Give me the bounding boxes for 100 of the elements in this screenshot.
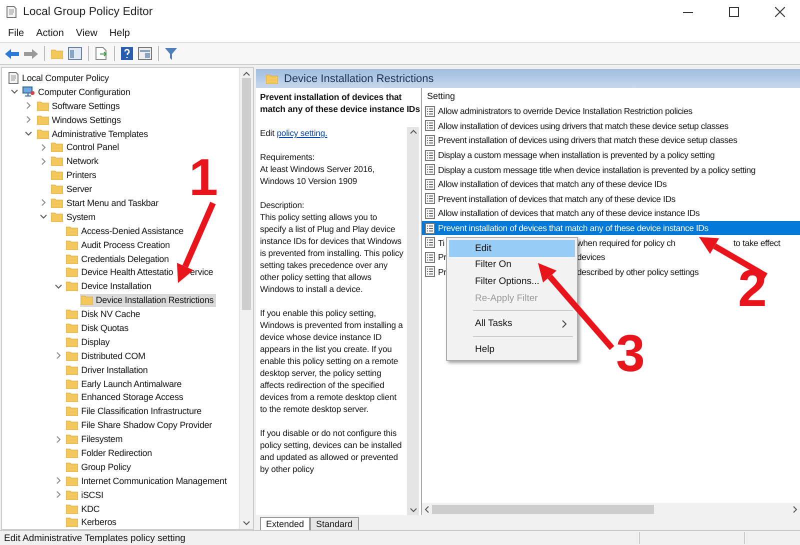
menu-item[interactable]: Filter Options... — [449, 273, 575, 290]
scroll-right-icon[interactable] — [793, 506, 798, 512]
maximize-icon[interactable] — [729, 7, 739, 17]
setting-text[interactable]: Pr — [438, 266, 446, 277]
description-scrollbar[interactable] — [407, 127, 419, 515]
folder-icon — [66, 406, 78, 416]
tree-item[interactable]: Group Policy — [65, 460, 133, 474]
tree-item[interactable]: Disk NV Cache — [65, 308, 142, 321]
tree-item[interactable]: Kerberos — [65, 516, 118, 529]
tree-item[interactable]: Local Computer Policy — [7, 71, 111, 84]
collapse-chevron-icon[interactable] — [54, 282, 62, 290]
tree-item[interactable]: Network — [50, 154, 100, 168]
tree-item[interactable]: Access-Denied Assistance — [65, 224, 186, 238]
tree-item[interactable]: Early Launch Antimalware — [65, 377, 184, 390]
scroll-up-icon[interactable] — [410, 129, 416, 134]
view-tab[interactable]: Extended — [260, 517, 310, 530]
tree-item[interactable]: Filesystem — [65, 432, 125, 446]
horizontal-scrollbar[interactable] — [422, 503, 800, 515]
filter-icon[interactable] — [165, 48, 177, 60]
tree-item[interactable]: KDC — [65, 502, 102, 516]
setting-row[interactable]: Allow installation of devices using drivers that match these device setup classes — [422, 118, 800, 134]
expand-chevron-icon[interactable] — [54, 352, 62, 360]
policy-setting-link[interactable]: policy setting. — [276, 128, 328, 138]
expand-chevron-icon[interactable] — [40, 144, 47, 151]
tree-item[interactable]: System — [50, 210, 98, 224]
setting-text[interactable]: Ti — [438, 238, 445, 248]
tree-item[interactable]: Credentials Delegation — [65, 252, 171, 266]
setting-text[interactable]: when required for policy ch — [577, 238, 676, 248]
menu-item[interactable]: All Tasks — [449, 315, 575, 332]
setting-text[interactable]: Pr — [438, 252, 446, 262]
folder-icon — [266, 74, 278, 84]
tree-item[interactable]: Administrative Templates — [36, 127, 150, 140]
scroll-down-icon[interactable] — [243, 521, 250, 526]
folder-icon — [66, 476, 78, 486]
tree-item[interactable]: Windows Settings — [36, 113, 123, 126]
console-tree-icon[interactable] — [68, 47, 82, 60]
tree-item[interactable]: Device Health Attestatio ervice — [65, 266, 216, 279]
policy-setting-icon — [425, 222, 435, 234]
view-tab[interactable]: Standard — [310, 517, 359, 530]
tree-item[interactable]: Audit Process Creation — [65, 238, 172, 252]
tree-item[interactable]: Device Installation Restrictions — [80, 294, 216, 307]
collapse-chevron-icon[interactable] — [25, 130, 32, 137]
expand-chevron-icon[interactable] — [25, 102, 32, 110]
tree-item[interactable]: Printers — [50, 168, 98, 182]
tree-item[interactable]: Computer Configuration — [21, 85, 132, 98]
tree-item[interactable]: Driver Installation — [65, 363, 150, 376]
setting-row[interactable]: Display a custom message when installation is prevented by a policy setting — [422, 148, 800, 162]
tree-item[interactable]: iSCSI — [65, 488, 106, 502]
help-icon[interactable] — [121, 47, 133, 60]
tree-item[interactable]: Server — [50, 182, 94, 196]
menu-item[interactable]: Help — [103, 28, 136, 38]
tree-item[interactable]: Control Panel — [50, 140, 121, 154]
setting-row[interactable]: Allow administrators to override Device Installation Restriction policies — [422, 104, 800, 119]
menu-item[interactable]: Action — [30, 28, 70, 38]
menu-item[interactable]: Help — [449, 340, 575, 358]
tree-item[interactable]: Enhanced Storage Access — [65, 390, 186, 404]
tree-item[interactable]: Display — [65, 335, 112, 348]
folder-icon — [66, 448, 78, 458]
folder-icon — [36, 114, 49, 125]
setting-row[interactable]: Allow installation of devices that match any of these device instance IDs — [422, 206, 800, 221]
tree-scrollbar[interactable] — [239, 68, 253, 529]
tree-item[interactable]: Software Settings — [36, 99, 122, 112]
view-icon[interactable] — [138, 47, 152, 60]
back-arrow-icon[interactable] — [5, 48, 19, 60]
menu-item[interactable]: View — [70, 28, 104, 38]
expand-chevron-icon[interactable] — [40, 199, 47, 206]
setting-row[interactable]: Prevent installation of devices that match any of these device instance IDs — [422, 220, 800, 236]
scroll-up-icon[interactable] — [243, 71, 250, 76]
tree-item[interactable]: Disk Quotas — [65, 321, 130, 334]
setting-text[interactable]: described by other policy settings — [577, 266, 699, 277]
close-icon[interactable] — [775, 7, 785, 17]
scroll-left-icon[interactable] — [424, 506, 429, 512]
setting-row[interactable]: Prevent installation of devices that match any of these device IDs — [422, 192, 800, 206]
setting-text[interactable]: devices — [577, 252, 606, 262]
expand-chevron-icon[interactable] — [54, 436, 62, 443]
tree-item[interactable]: Distributed COM — [65, 349, 148, 362]
expand-chevron-icon[interactable] — [54, 491, 62, 498]
tree-item[interactable]: Device Installation — [65, 280, 154, 293]
setting-row[interactable]: Prevent installation of devices using drivers that match these device setup classes — [422, 133, 800, 148]
export-list-icon[interactable] — [95, 47, 108, 60]
setting-row[interactable]: Display a custom message title when device installation is prevented by a policy setting — [422, 162, 800, 177]
menu-item[interactable]: Edit — [449, 240, 575, 257]
setting-row[interactable]: Allow installation of devices that match any of these device IDs — [422, 176, 800, 192]
setting-text[interactable]: to take effect — [733, 238, 780, 248]
column-header[interactable]: Setting — [422, 88, 800, 104]
tree-item[interactable]: Start Menu and Taskbar — [50, 196, 160, 210]
scroll-down-icon[interactable] — [410, 508, 416, 513]
menu-item[interactable]: Filter On — [449, 256, 575, 274]
collapse-chevron-icon[interactable] — [10, 88, 18, 96]
tree-item[interactable]: Folder Redirection — [65, 446, 154, 460]
expand-chevron-icon[interactable] — [40, 158, 47, 165]
description-paragraph: This policy setting allows you to specify a list of Plug and Play device instance IDs for devices that Windows is prevented from installing. This policy setting takes precedence over any other policy setting that allows Windows to install a device. — [260, 212, 404, 294]
forward-arrow-icon[interactable] — [24, 48, 38, 60]
tree-item[interactable]: File Classification Infrastructure — [65, 404, 204, 418]
expand-chevron-icon[interactable] — [54, 477, 62, 484]
tree-item[interactable]: Internet Communication Management — [65, 474, 229, 488]
collapse-chevron-icon[interactable] — [40, 213, 47, 220]
tree-item[interactable]: File Share Shadow Copy Provider — [65, 418, 214, 432]
expand-chevron-icon[interactable] — [25, 116, 32, 124]
menu-item[interactable]: File — [2, 28, 30, 38]
